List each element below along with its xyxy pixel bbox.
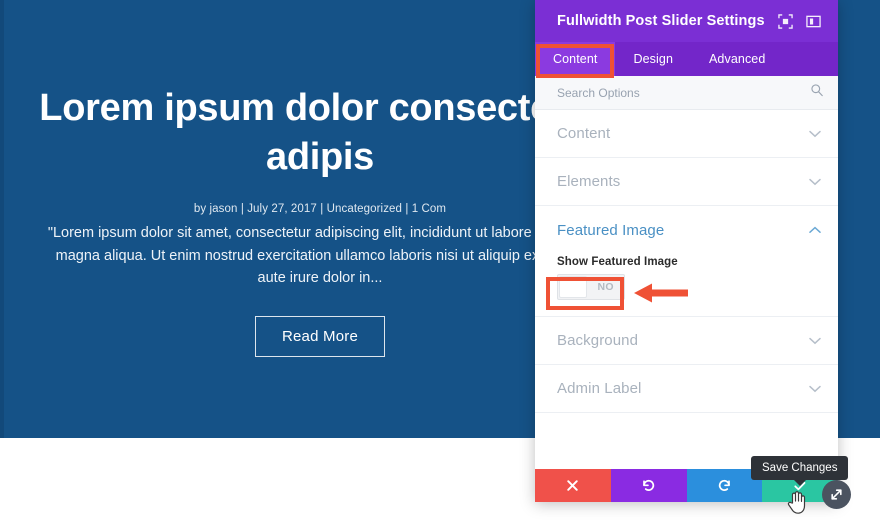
chevron-up-icon: [808, 223, 822, 237]
module-settings-modal: Fullwidth Post Slider Settings Content D…: [535, 0, 838, 502]
featured-image-settings: Show Featured Image NO: [535, 254, 838, 317]
tab-content[interactable]: Content: [535, 42, 616, 76]
chevron-down-icon: [808, 127, 822, 141]
modal-header: Fullwidth Post Slider Settings: [535, 0, 838, 42]
search-icon: [810, 83, 824, 102]
section-elements[interactable]: Elements: [535, 158, 838, 206]
section-featured-image[interactable]: Featured Image: [535, 206, 838, 254]
modal-title: Fullwidth Post Slider Settings: [557, 13, 765, 29]
save-changes-tooltip: Save Changes: [751, 456, 849, 486]
undo-button[interactable]: [610, 469, 687, 502]
chevron-down-icon: [808, 334, 822, 348]
toggle-knob: [559, 276, 587, 298]
screen: Lorem ipsum dolor consectetur adipis by …: [0, 0, 880, 527]
section-background-label: Background: [557, 332, 639, 349]
chevron-down-icon: [808, 382, 822, 396]
expand-fullscreen-icon[interactable]: [774, 10, 796, 32]
section-elements-label: Elements: [557, 173, 621, 190]
panel-layout-icon[interactable]: [802, 10, 824, 32]
search-input[interactable]: [557, 85, 810, 100]
tooltip-text: Save Changes: [762, 462, 838, 474]
modal-body: Content Elements Featured Image Show Fea…: [535, 110, 838, 469]
read-more-button[interactable]: Read More: [254, 315, 385, 357]
tooltip-tail: [793, 480, 806, 486]
section-content-label: Content: [557, 125, 611, 142]
section-admin-label[interactable]: Admin Label: [535, 365, 838, 413]
section-background[interactable]: Background: [535, 317, 838, 365]
discard-button[interactable]: [535, 469, 611, 502]
tab-design[interactable]: Design: [615, 42, 691, 76]
resize-handle[interactable]: [822, 480, 851, 509]
chevron-down-icon: [808, 175, 822, 189]
show-featured-image-label: Show Featured Image: [557, 256, 678, 268]
show-featured-image-toggle[interactable]: NO: [557, 274, 625, 300]
section-featured-image-label: Featured Image: [557, 221, 665, 239]
search-options-row[interactable]: [535, 76, 838, 110]
toggle-value: NO: [597, 281, 614, 293]
tab-advanced[interactable]: Advanced: [691, 42, 783, 76]
section-admin-label-label: Admin Label: [557, 380, 642, 397]
section-content[interactable]: Content: [535, 110, 838, 158]
modal-tab-bar: Content Design Advanced: [535, 42, 838, 76]
